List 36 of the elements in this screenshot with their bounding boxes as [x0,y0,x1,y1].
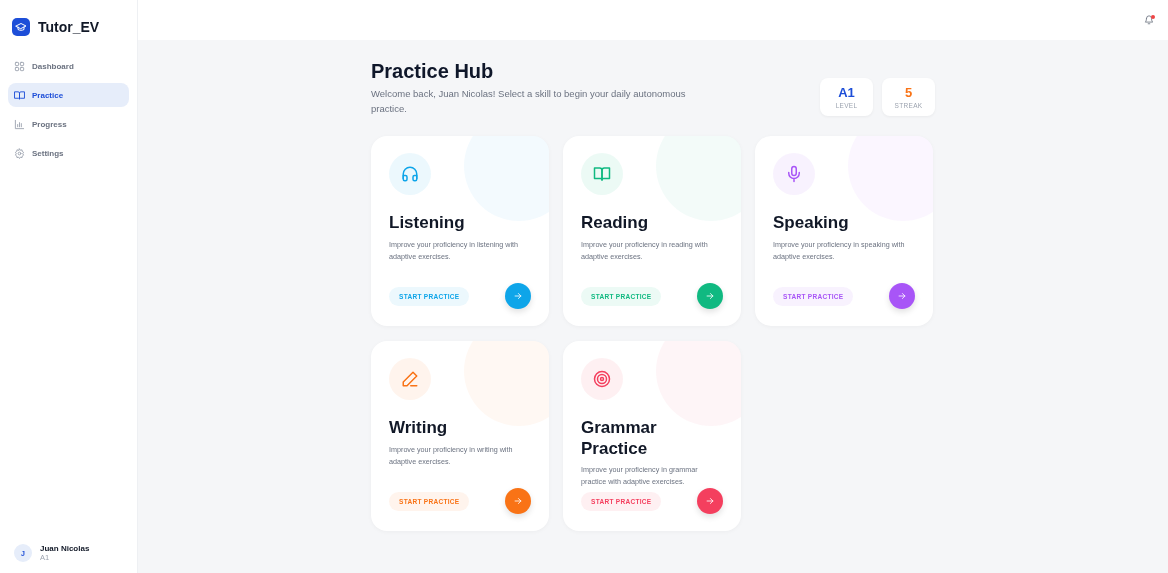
nav-item[interactable]: Progress [8,112,129,136]
user-name: Juan Nicolas [40,544,90,553]
start-button[interactable] [697,488,723,515]
skill-title: Writing [389,418,449,439]
start-button[interactable] [889,283,915,310]
page-subtitle: Welcome back, Juan Nicolas! Select a skill to begin your daily autonomous practice. [371,87,687,116]
start-button[interactable] [505,488,531,515]
stat-value: 5 [904,85,913,100]
grid-icon [14,60,25,72]
start-button[interactable] [505,283,531,310]
headphones-icon [401,165,419,184]
pencil-icon [401,370,419,389]
book-icon [14,89,25,101]
arrow-icon [705,291,715,302]
skill-title: Speaking [773,213,850,234]
nav-item[interactable]: Practice [8,83,129,107]
skill-title: Listening [389,213,466,234]
nav-item[interactable]: Settings [8,141,129,165]
nav-item[interactable]: Dashboard [8,54,129,78]
page-title: Practice Hub [371,60,495,83]
notification-icon [1144,15,1154,25]
arrow-icon [513,496,523,507]
gear-icon [14,147,25,159]
skill-title: Grammar Practice [581,418,658,460]
arrow-icon [513,291,523,302]
logo-icon [12,18,30,36]
arrow-icon [705,496,715,507]
arrow-icon [897,291,907,302]
stat-value: A1 [838,85,855,100]
chart-icon [14,118,25,130]
app-name: Tutor_EV [38,19,100,35]
start-button[interactable] [697,283,723,310]
book-icon [593,165,611,184]
mic-icon [785,165,803,184]
skill-title: Reading [581,213,650,234]
target-icon [593,370,611,389]
